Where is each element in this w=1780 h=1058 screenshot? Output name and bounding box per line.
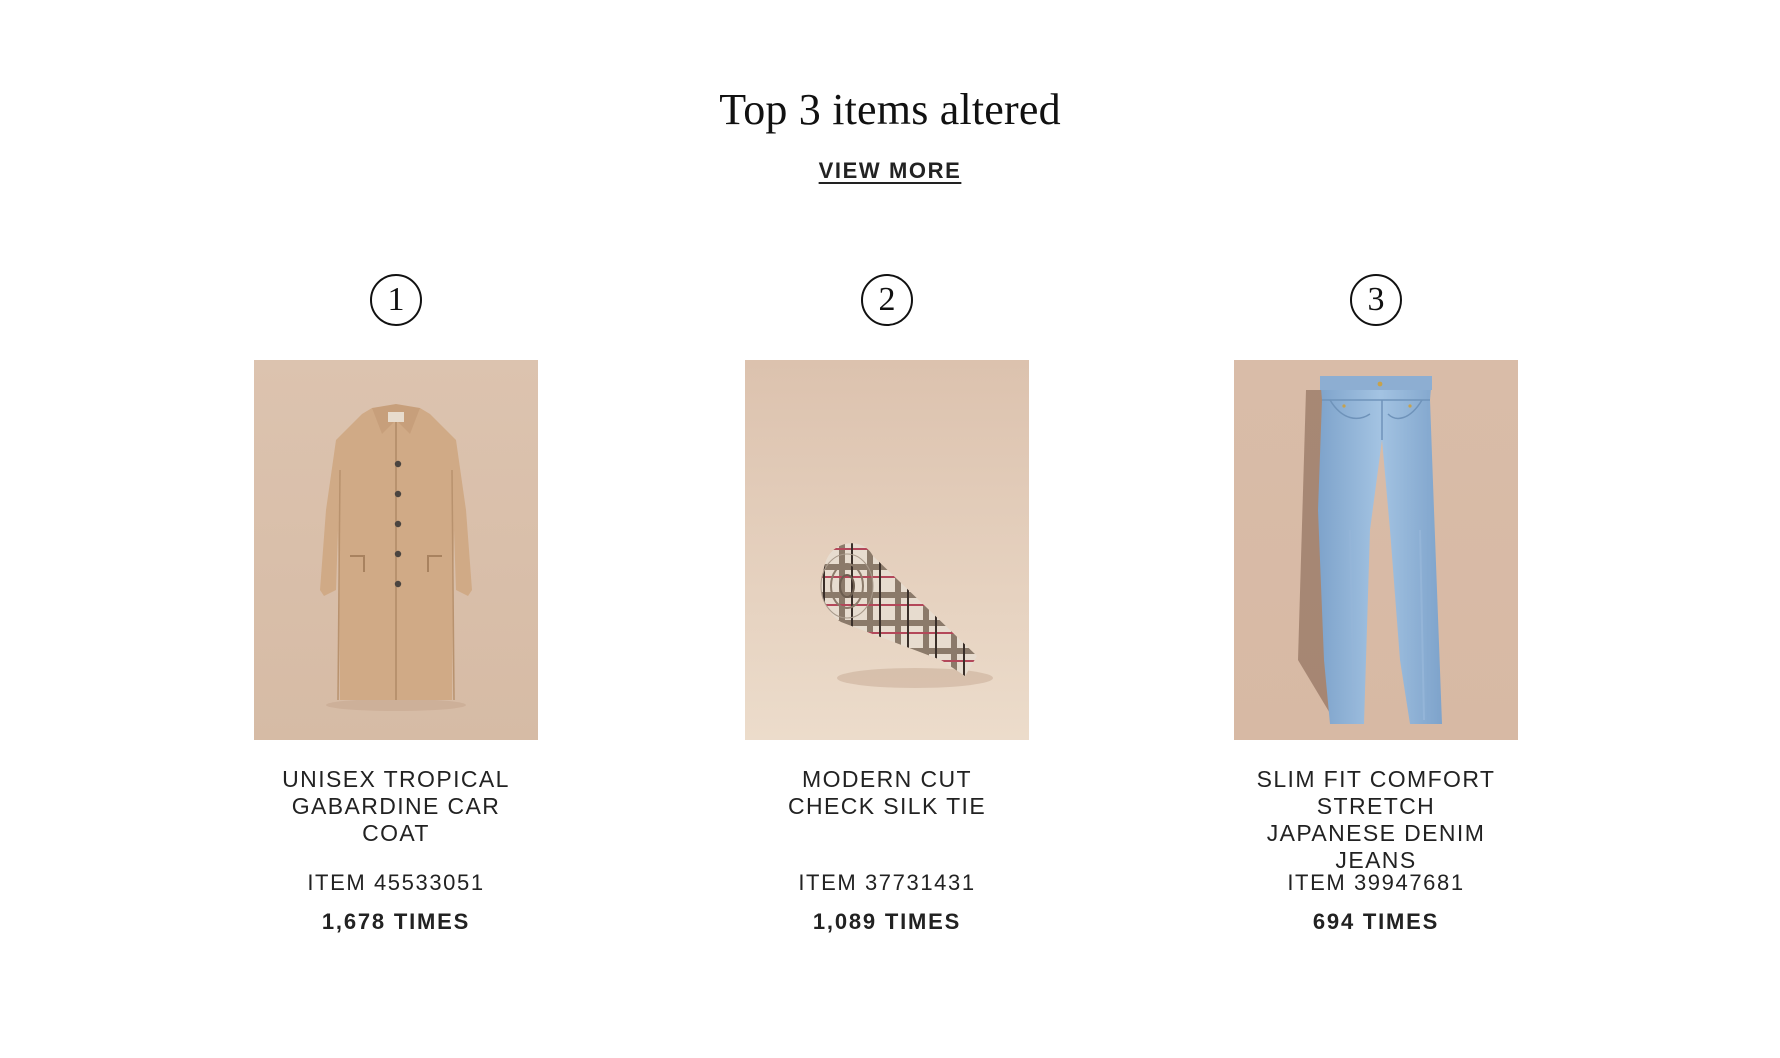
view-more-container: VIEW MORE [0, 158, 1780, 184]
item-number: ITEM 37731431 [798, 870, 976, 895]
product-image-tie[interactable] [745, 360, 1029, 740]
product-name[interactable]: SLIM FIT COMFORT STRETCH JAPANESE DENIM … [1226, 766, 1526, 873]
tie-image [745, 360, 1029, 740]
product-name[interactable]: MODERN CUT CHECK SILK TIE [737, 766, 1037, 850]
alteration-count: 1,089 TIMES [812, 909, 962, 934]
alteration-count: 1,678 TIMES [321, 909, 471, 934]
coat-image [254, 360, 538, 740]
product-card: 2 MODERN CUT CHECK SILK TIE ITEM 3773143… [737, 274, 1037, 935]
view-more-link[interactable]: VIEW MORE [819, 158, 962, 183]
product-name[interactable]: UNISEX TROPICAL GABARDINE CAR COAT [246, 766, 546, 850]
product-card: 1 UNISEX TROPICAL GABARDINE CAR COAT ITE… [246, 274, 546, 935]
item-number: ITEM 39947681 [1287, 870, 1465, 895]
rank-badge: 1 [370, 274, 422, 326]
jeans-image [1234, 360, 1518, 740]
alteration-count: 694 TIMES [1312, 909, 1440, 934]
product-card: 3 SLIM FIT COMFORT STRETCH JAPANESE DENI… [1226, 274, 1526, 935]
item-number: ITEM 45533051 [307, 870, 485, 895]
product-image-coat[interactable] [254, 360, 538, 740]
rank-badge: 2 [861, 274, 913, 326]
section-title: Top 3 items altered [719, 85, 1061, 134]
product-image-jeans[interactable] [1234, 360, 1518, 740]
rank-badge: 3 [1350, 274, 1402, 326]
